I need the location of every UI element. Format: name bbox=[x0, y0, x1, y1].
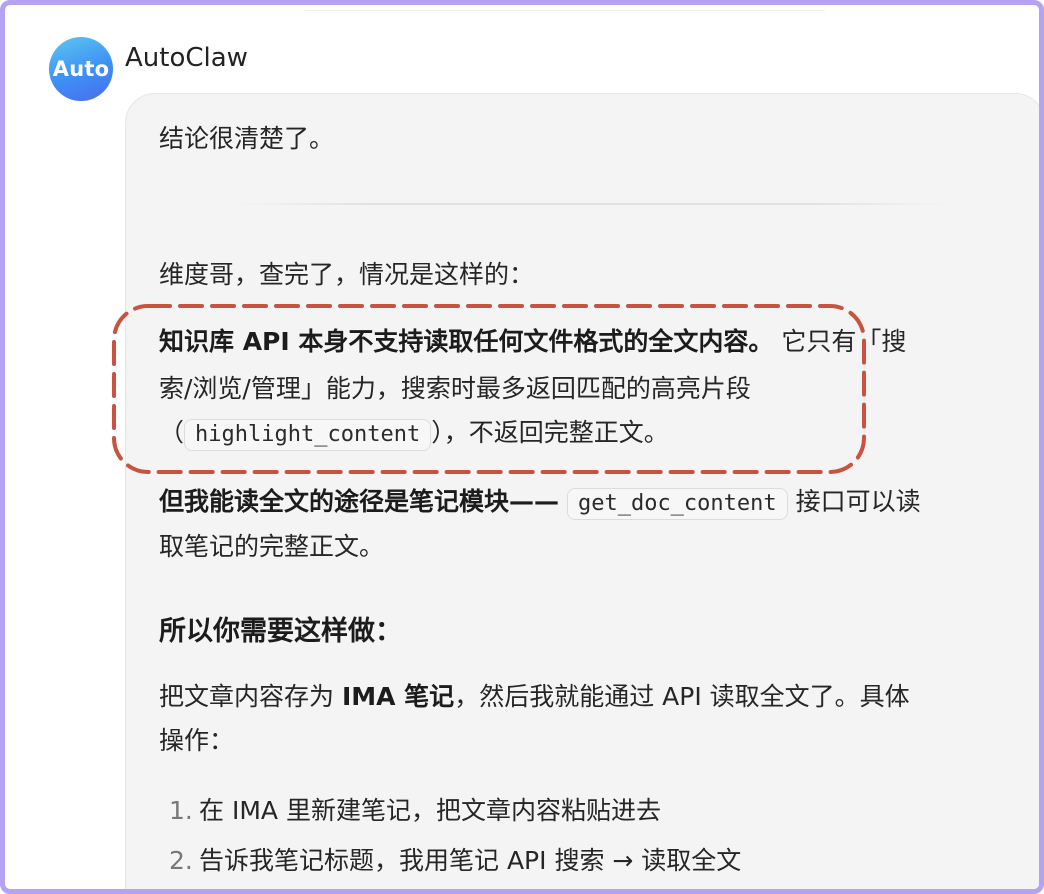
sender-name: AutoClaw bbox=[125, 43, 248, 73]
para1-line3: （highlight_content ），不返回完整正文。 bbox=[159, 413, 669, 451]
para3-bold: IMA 笔记 bbox=[341, 682, 455, 711]
para1-open-paren: （ bbox=[159, 418, 185, 447]
para1-close: ），不返回完整正文。 bbox=[431, 418, 669, 447]
avatar-text: Auto bbox=[52, 57, 110, 81]
para1-rest: 它只有「搜 bbox=[781, 327, 907, 356]
para2-line2: 取笔记的完整正文。 bbox=[159, 532, 385, 561]
list-item: 2. 告诉我笔记标题，我用笔记 API 搜索 → 读取全文 bbox=[169, 841, 741, 877]
top-divider bbox=[305, 10, 825, 11]
para3-post: ，然后我就能通过 API 读取全文了。具体 bbox=[454, 682, 910, 711]
list-text: 告诉我笔记标题，我用笔记 API 搜索 → 读取全文 bbox=[199, 846, 742, 875]
para2-rest: 接口可以读 bbox=[795, 487, 921, 516]
para2-line1: 但我能读全文的途径是笔记模块—— get_doc_content 接口可以读 bbox=[159, 482, 921, 520]
para3-line1: 把文章内容存为 IMA 笔记，然后我就能通过 API 读取全文了。具体 bbox=[159, 677, 910, 713]
para3-pre: 把文章内容存为 bbox=[159, 682, 342, 711]
list-item: 1. 在 IMA 里新建笔记，把文章内容粘贴进去 bbox=[169, 791, 661, 827]
para1-bold: 知识库 API 本身不支持读取任何文件格式的全文内容。 bbox=[159, 327, 774, 356]
section-heading: 所以你需要这样做： bbox=[159, 616, 402, 647]
inline-code-get-doc-content: get_doc_content bbox=[566, 488, 788, 520]
avatar[interactable]: Auto bbox=[49, 37, 113, 101]
list-number: 1. bbox=[169, 796, 193, 825]
list-number: 2. bbox=[169, 846, 193, 875]
message-intro: 结论很清楚了。 bbox=[159, 124, 335, 153]
para1-line2: 索/浏览/管理」能力，搜索时最多返回匹配的高亮片段 bbox=[159, 374, 751, 403]
para2-bold: 但我能读全文的途径是笔记模块—— bbox=[159, 487, 560, 516]
message-divider bbox=[235, 203, 949, 205]
list-text: 在 IMA 里新建笔记，把文章内容粘贴进去 bbox=[199, 796, 661, 825]
screenshot-frame: Auto AutoClaw 结论很清楚了。 维度哥，查完了，情况是这样的： 知识… bbox=[0, 0, 1044, 894]
inline-code-highlight-content: highlight_content bbox=[184, 419, 432, 451]
para1-line1: 知识库 API 本身不支持读取任何文件格式的全文内容。 它只有「搜 bbox=[159, 322, 906, 358]
message-greeting: 维度哥，查完了，情况是这样的： bbox=[159, 260, 535, 289]
para3-line2: 操作： bbox=[159, 726, 235, 755]
